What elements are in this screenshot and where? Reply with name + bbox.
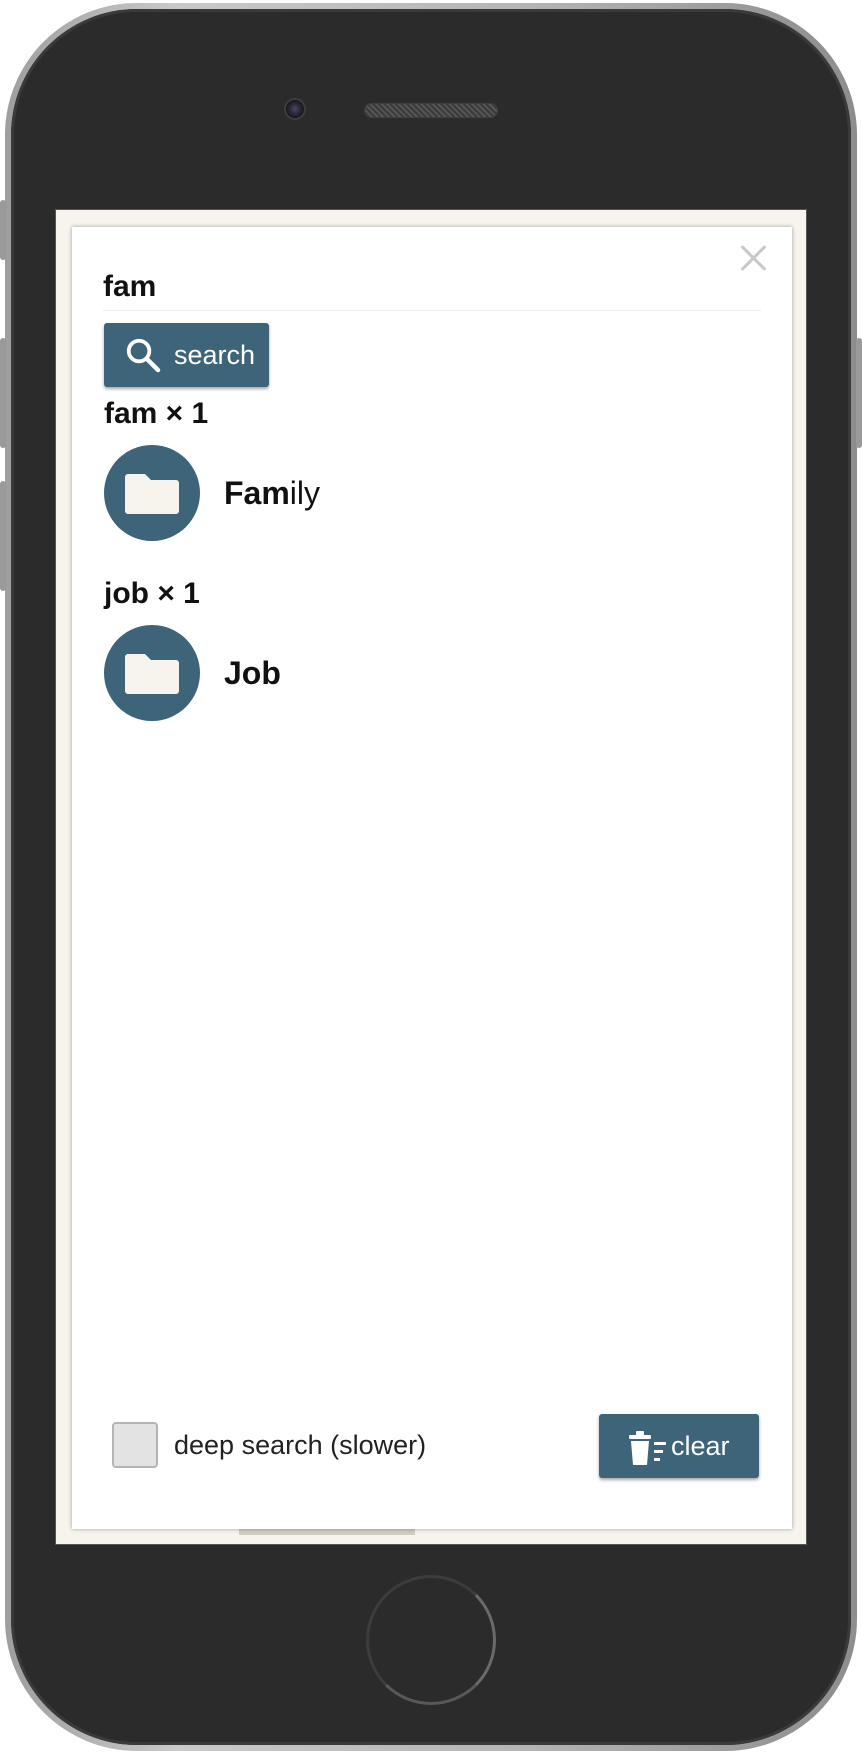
result-item-job[interactable]: Job [104,625,281,721]
home-button[interactable] [366,1575,496,1705]
folder-avatar [104,625,200,721]
earpiece-speaker [364,103,498,118]
search-input[interactable] [103,263,761,311]
result-item-family[interactable]: Family [104,445,320,541]
result-group-heading: fam × 1 [104,397,209,430]
result-group-heading: job × 1 [104,577,200,610]
trash-clear-icon [629,1431,666,1465]
deep-search-label: deep search (slower) [174,1429,427,1460]
volume-down-button [0,481,6,591]
app-screen: search fam × 1 Family job × 1 Job [55,209,807,1545]
deep-search-checkbox[interactable] [112,1422,158,1468]
power-button [856,338,862,448]
folder-icon [125,654,179,694]
search-button-label: search [174,339,256,370]
result-item-label: Family [224,474,321,511]
deep-search-option: deep search (slower) [112,1422,426,1468]
clear-button-label: clear [671,1430,730,1461]
mute-switch [0,200,6,260]
folder-icon [125,474,179,514]
front-camera [284,98,306,120]
search-icon [126,338,161,373]
search-dialog: search fam × 1 Family job × 1 Job [72,227,792,1529]
result-item-label: Job [224,654,281,691]
volume-up-button [0,338,6,448]
search-button[interactable]: search [104,323,269,387]
clear-button[interactable]: clear [599,1414,759,1478]
folder-avatar [104,445,200,541]
